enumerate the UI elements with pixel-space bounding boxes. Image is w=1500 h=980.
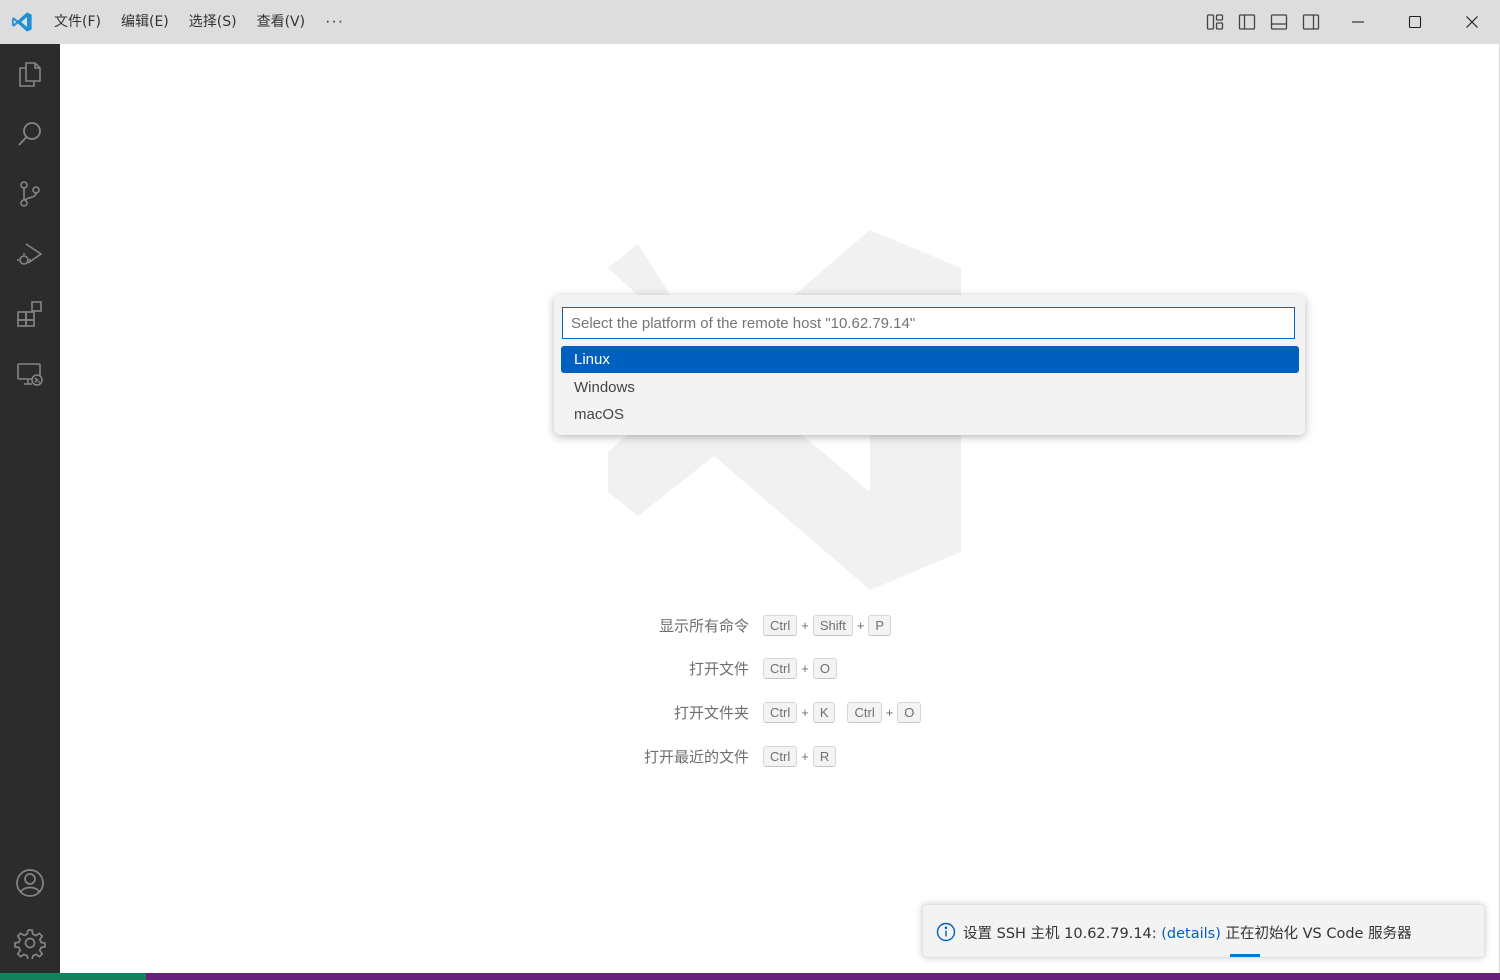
shortcut-label: 打开文件夹: [673, 703, 749, 722]
menu-selection[interactable]: 选择(S): [179, 7, 247, 37]
remote-explorer-icon[interactable]: [0, 344, 60, 404]
toggle-panel-icon[interactable]: [1268, 11, 1290, 33]
menu-view[interactable]: 查看(V): [247, 7, 316, 37]
key-plus: +: [801, 617, 809, 633]
key-plus: +: [885, 704, 894, 720]
menu-bar: 文件(F) 编辑(E) 选择(S) 查看(V) ···: [44, 7, 354, 37]
key-plus: +: [801, 660, 809, 676]
minimize-icon[interactable]: [1329, 0, 1386, 44]
toggle-primary-sidebar-icon[interactable]: [1236, 11, 1258, 33]
explorer-icon[interactable]: [0, 44, 60, 104]
quick-pick-option-windows[interactable]: Windows: [561, 374, 1299, 401]
menu-edit[interactable]: 编辑(E): [111, 7, 179, 37]
menu-file[interactable]: 文件(F): [44, 7, 111, 37]
run-debug-icon[interactable]: [0, 224, 60, 284]
extensions-icon[interactable]: [0, 284, 60, 344]
key-cap: P: [868, 614, 892, 636]
key-cap: Ctrl: [763, 657, 798, 679]
key-cap: Shift: [812, 614, 853, 636]
notification-prefix: 设置 SSH 主机 10.62.79.14:: [963, 926, 1162, 942]
key-cap: Ctrl: [847, 701, 882, 723]
key-plus: +: [856, 617, 865, 633]
title-bar: 文件(F) 编辑(E) 选择(S) 查看(V) ···: [0, 0, 1500, 44]
toggle-secondary-sidebar-icon[interactable]: [1300, 11, 1322, 33]
key-cap: Ctrl: [763, 745, 798, 767]
info-icon: [936, 922, 956, 942]
key-cap: O: [897, 701, 922, 723]
key-cap: O: [812, 657, 837, 679]
key-cap: Ctrl: [763, 701, 798, 723]
notification-suffix: 正在初始化 VS Code 服务器: [1220, 926, 1412, 942]
search-icon[interactable]: [0, 104, 60, 164]
shortcut-label: 打开最近的文件: [643, 747, 749, 766]
key-cap: Ctrl: [763, 614, 798, 636]
accounts-icon[interactable]: [0, 853, 60, 913]
shortcut-label: 打开文件: [688, 659, 749, 678]
notification-progress-bar: [1230, 954, 1260, 957]
key-cap: R: [812, 745, 837, 767]
close-icon[interactable]: [1443, 0, 1500, 44]
status-bar: [0, 973, 1500, 980]
manage-gear-icon[interactable]: [0, 913, 60, 973]
key-plus: +: [801, 748, 809, 764]
source-control-icon[interactable]: [0, 164, 60, 224]
notification-details-link[interactable]: (details): [1161, 926, 1221, 942]
remote-indicator[interactable]: [0, 973, 146, 980]
shortcut-label: 显示所有命令: [658, 616, 749, 635]
notification-toast: 设置 SSH 主机 10.62.79.14: (details) 正在初始化 V…: [922, 904, 1485, 958]
menu-more-button[interactable]: ···: [315, 13, 354, 31]
quick-pick-input[interactable]: [562, 307, 1295, 339]
activity-bar: [0, 44, 60, 973]
quick-pick-option-linux[interactable]: Linux: [561, 346, 1299, 373]
notification-message: 设置 SSH 主机 10.62.79.14: (details) 正在初始化 V…: [963, 922, 1412, 943]
quick-pick-widget: Linux Windows macOS: [554, 295, 1305, 435]
key-plus: +: [801, 704, 809, 720]
customize-layout-icon[interactable]: [1204, 11, 1226, 33]
vscode-logo-icon: [0, 0, 44, 44]
maximize-icon[interactable]: [1386, 0, 1443, 44]
key-cap: K: [812, 701, 836, 723]
quick-pick-option-macos[interactable]: macOS: [561, 401, 1299, 428]
